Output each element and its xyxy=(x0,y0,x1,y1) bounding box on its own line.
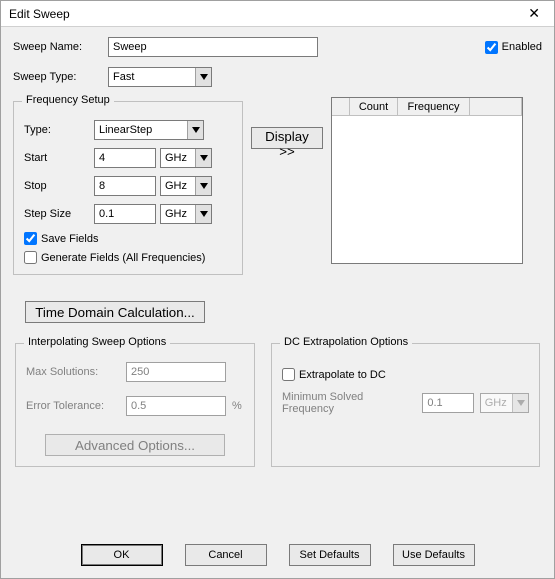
dialog-footer: OK Cancel Set Defaults Use Defaults xyxy=(1,544,554,566)
window-title: Edit Sweep xyxy=(9,7,70,21)
dc-extrapolation-title: DC Extrapolation Options xyxy=(280,336,412,348)
frequency-setup-group: Frequency Setup Type: LinearStep Start G… xyxy=(13,101,243,275)
save-fields-checkbox-wrap[interactable]: Save Fields xyxy=(24,232,232,245)
display-button[interactable]: Display >> xyxy=(251,127,323,149)
extrapolate-dc-checkbox[interactable] xyxy=(282,368,295,381)
interp-sweep-group: Interpolating Sweep Options Max Solution… xyxy=(15,343,255,467)
save-fields-label: Save Fields xyxy=(41,233,98,245)
freq-start-unit: GHz xyxy=(161,152,195,164)
table-header-count: Count xyxy=(350,98,398,115)
error-tolerance-field: 0.5 xyxy=(126,396,226,416)
freq-start-unit-dropdown[interactable]: GHz xyxy=(160,148,212,168)
freq-step-input[interactable] xyxy=(94,204,156,224)
sweep-type-label: Sweep Type: xyxy=(13,71,108,83)
freq-stop-unit-dropdown[interactable]: GHz xyxy=(160,176,212,196)
extrapolate-dc-label: Extrapolate to DC xyxy=(299,369,386,381)
sweep-name-input[interactable] xyxy=(108,37,318,57)
freq-stop-unit: GHz xyxy=(161,180,195,192)
freq-stop-input[interactable] xyxy=(94,176,156,196)
chevron-down-icon xyxy=(187,121,203,139)
chevron-down-icon xyxy=(195,177,211,195)
dc-extrapolation-group: DC Extrapolation Options Extrapolate to … xyxy=(271,343,540,467)
chevron-down-icon xyxy=(195,205,211,223)
min-solved-freq-unit: GHz xyxy=(481,397,512,409)
frequency-setup-title: Frequency Setup xyxy=(22,94,114,106)
freq-type-dropdown[interactable]: LinearStep xyxy=(94,120,204,140)
freq-stop-label: Stop xyxy=(24,180,94,192)
close-icon[interactable]: ✕ xyxy=(522,5,546,22)
ok-button[interactable]: OK xyxy=(81,544,163,566)
extrapolate-dc-checkbox-wrap[interactable]: Extrapolate to DC xyxy=(282,368,529,381)
min-solved-freq-unit-dropdown: GHz xyxy=(480,393,529,413)
sweep-type-value: Fast xyxy=(109,71,195,83)
chevron-down-icon xyxy=(195,68,211,86)
freq-step-label: Step Size xyxy=(24,208,94,220)
time-domain-calc-button[interactable]: Time Domain Calculation... xyxy=(25,301,205,323)
interp-sweep-title: Interpolating Sweep Options xyxy=(24,336,170,348)
enabled-checkbox[interactable] xyxy=(485,41,498,54)
freq-step-unit: GHz xyxy=(161,208,195,220)
freq-start-label: Start xyxy=(24,152,94,164)
edit-sweep-dialog: Edit Sweep ✕ Sweep Name: Enabled Sweep T… xyxy=(0,0,555,579)
max-solutions-field: 250 xyxy=(126,362,226,382)
freq-step-unit-dropdown[interactable]: GHz xyxy=(160,204,212,224)
chevron-down-icon xyxy=(195,149,211,167)
generate-fields-checkbox[interactable] xyxy=(24,251,37,264)
generate-fields-label: Generate Fields (All Frequencies) xyxy=(41,252,205,264)
frequency-table-header: Count Frequency xyxy=(332,98,522,116)
freq-start-input[interactable] xyxy=(94,148,156,168)
min-solved-freq-field: 0.1 xyxy=(422,393,473,413)
max-solutions-label: Max Solutions: xyxy=(26,366,126,378)
min-solved-freq-label: Minimum Solved Frequency xyxy=(282,391,416,415)
error-tolerance-label: Error Tolerance: xyxy=(26,400,126,412)
titlebar: Edit Sweep ✕ xyxy=(1,1,554,27)
freq-type-value: LinearStep xyxy=(95,124,187,136)
freq-type-label: Type: xyxy=(24,124,94,136)
use-defaults-button[interactable]: Use Defaults xyxy=(393,544,475,566)
table-header-blank xyxy=(332,98,350,115)
save-fields-checkbox[interactable] xyxy=(24,232,37,245)
set-defaults-button[interactable]: Set Defaults xyxy=(289,544,371,566)
frequency-table: Count Frequency xyxy=(331,97,523,264)
sweep-name-label: Sweep Name: xyxy=(13,41,108,53)
sweep-type-dropdown[interactable]: Fast xyxy=(108,67,212,87)
table-header-rest xyxy=(470,98,522,115)
generate-fields-checkbox-wrap[interactable]: Generate Fields (All Frequencies) xyxy=(24,251,232,264)
cancel-button[interactable]: Cancel xyxy=(185,544,267,566)
enabled-label: Enabled xyxy=(502,41,542,53)
chevron-down-icon xyxy=(512,394,528,412)
error-tolerance-unit: % xyxy=(232,400,242,412)
advanced-options-button: Advanced Options... xyxy=(45,434,225,456)
enabled-checkbox-wrap[interactable]: Enabled xyxy=(485,41,542,54)
table-header-frequency: Frequency xyxy=(398,98,470,115)
